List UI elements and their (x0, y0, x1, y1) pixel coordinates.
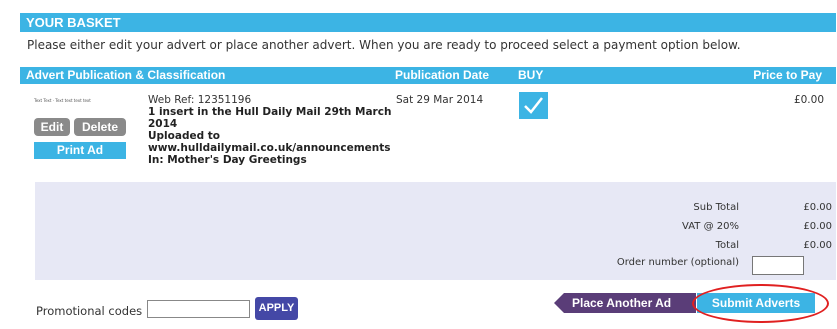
uploaded-to-label: Uploaded to (148, 130, 220, 142)
buy-checkbox[interactable] (519, 92, 548, 119)
total-label: Total (715, 240, 739, 251)
basket-item-row: Text Text · Text text text text Edit Del… (20, 84, 836, 177)
advert-category: In: Mother's Day Greetings (148, 154, 307, 166)
basket-table-header: Advert Publication & Classification Publ… (20, 67, 836, 84)
basket-header: YOUR BASKET (20, 13, 836, 32)
col-header-buy: BUY (518, 68, 544, 82)
sub-total-label: Sub Total (693, 202, 739, 213)
upload-url: www.hulldailymail.co.uk/announcements (148, 142, 391, 154)
basket-instructions: Please either edit your advert or place … (27, 38, 741, 52)
edit-button[interactable]: Edit (34, 118, 70, 136)
vat-label: VAT @ 20% (682, 221, 739, 232)
basket-title: YOUR BASKET (26, 15, 121, 30)
col-header-price: Price to Pay (753, 68, 822, 82)
advert-thumbnail[interactable]: Text Text · Text text text text (34, 98, 91, 103)
vat-value: £0.00 (803, 221, 832, 232)
checkmark-icon (524, 97, 543, 114)
col-header-date: Publication Date (395, 68, 490, 82)
apply-button[interactable]: APPLY (255, 297, 298, 320)
publication-date: Sat 29 Mar 2014 (396, 94, 484, 106)
submit-adverts-button[interactable]: Submit Adverts (697, 293, 815, 313)
arrow-left-icon (554, 293, 564, 313)
web-ref: Web Ref: 12351196 (148, 94, 252, 106)
promo-code-input[interactable] (147, 300, 250, 318)
item-price: £0.00 (793, 94, 824, 106)
order-number-input[interactable] (752, 256, 804, 275)
total-value: £0.00 (803, 240, 832, 251)
print-ad-button[interactable]: Print Ad (34, 142, 126, 159)
promo-code-label: Promotional codes (36, 304, 143, 318)
sub-total-value: £0.00 (803, 202, 832, 213)
order-number-label: Order number (optional) (616, 257, 739, 268)
insert-description: 1 insert in the Hull Daily Mail 29th Mar… (148, 106, 392, 118)
advert-details: Web Ref: 12351196 1 insert in the Hull D… (148, 94, 391, 166)
place-another-ad-button[interactable]: Place Another Ad (554, 293, 696, 313)
place-another-ad-label: Place Another Ad (572, 296, 672, 310)
totals-panel: Sub Total £0.00 VAT @ 20% £0.00 Total £0… (35, 182, 836, 280)
col-header-classification: Advert Publication & Classification (26, 68, 226, 82)
insert-year: 2014 (148, 118, 178, 130)
delete-button[interactable]: Delete (74, 118, 126, 136)
